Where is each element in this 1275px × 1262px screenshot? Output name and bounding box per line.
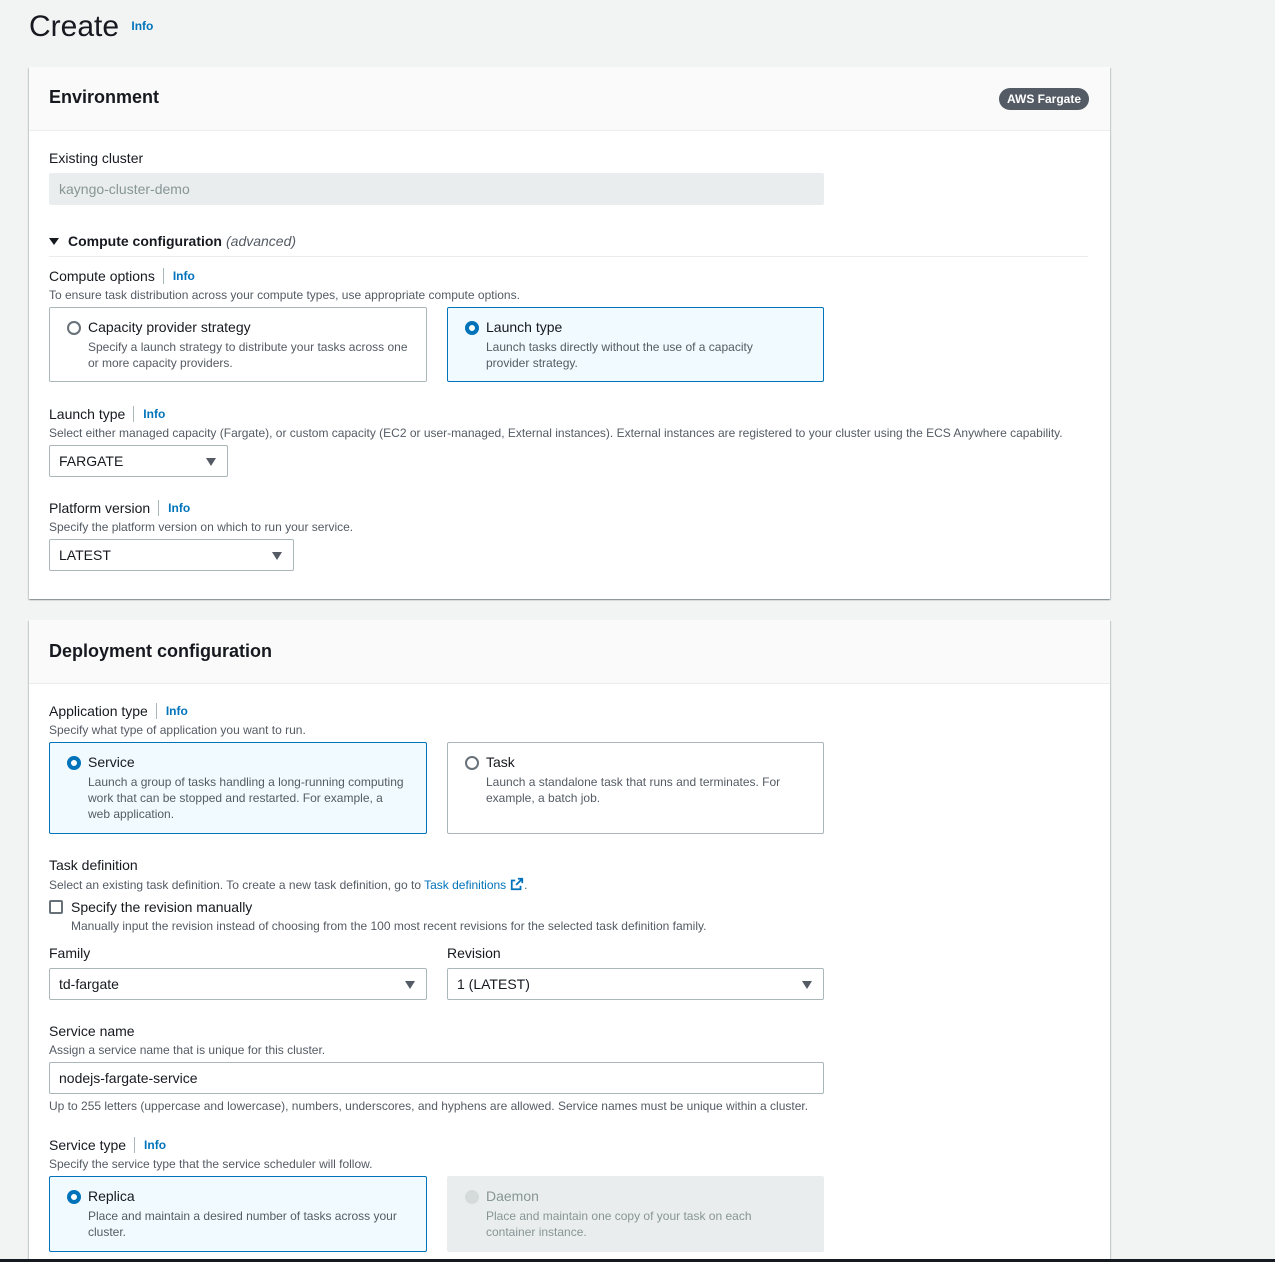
tile-description: Place and maintain one copy of your task…	[486, 1209, 752, 1239]
revision-select[interactable]: 1 (LATEST)	[447, 968, 824, 1000]
tile-title: Replica	[88, 1188, 135, 1204]
caret-down-icon	[49, 237, 59, 245]
service-type-description: Specify the service type that the servic…	[49, 1157, 373, 1171]
service-name-input[interactable]: nodejs-fargate-service	[49, 1062, 824, 1094]
external-link-icon	[511, 877, 524, 891]
service-name-constraint: Up to 255 letters (uppercase and lowerca…	[49, 1099, 809, 1113]
task-definitions-link-text: Task definitions	[424, 878, 507, 892]
compute-options-label-row: Compute options Info	[49, 268, 195, 284]
page-title-text: Create	[29, 10, 120, 43]
tile-title: Service	[88, 754, 135, 770]
launch-type-info-link[interactable]: Info	[143, 407, 165, 421]
application-type-label: Application type	[49, 703, 148, 719]
family-value: td-fargate	[59, 976, 119, 992]
application-type-info-link[interactable]: Info	[166, 704, 188, 718]
platform-version-select[interactable]: LATEST	[49, 539, 294, 571]
revision-label: Revision	[447, 945, 501, 961]
task-definition-description: Select an existing task definition. To c…	[49, 877, 528, 892]
task-definitions-link[interactable]: Task definitions	[424, 877, 524, 892]
platform-version-label-row: Platform version Info	[49, 500, 190, 516]
separator	[155, 703, 157, 719]
caret-down-icon	[802, 981, 812, 989]
separator	[162, 268, 164, 284]
tile-title: Task	[486, 754, 515, 770]
service-type-label: Service type	[49, 1137, 127, 1153]
page-title: Create Info	[29, 10, 153, 44]
separator	[158, 500, 160, 516]
separator	[134, 1137, 136, 1153]
environment-panel: Environment AWS Fargate Existing cluster…	[29, 67, 1110, 599]
existing-cluster-field: kayngo-cluster-demo	[49, 173, 824, 205]
environment-header: Environment AWS Fargate	[29, 67, 1110, 131]
revision-value: 1 (LATEST)	[457, 976, 530, 992]
application-type-description: Specify what type of application you wan…	[49, 723, 306, 737]
compute-options-description: To ensure task distribution across your …	[49, 288, 520, 302]
compute-configuration-suffix: (advanced)	[226, 233, 297, 249]
platform-version-value: LATEST	[59, 547, 111, 563]
radio-unselected[interactable]	[465, 756, 479, 770]
tile-description: Launch tasks directly without the use of…	[486, 340, 753, 370]
tile-capacity-provider-strategy[interactable]: Capacity provider strategy Specify a lau…	[49, 307, 427, 382]
radio-disabled	[465, 1190, 479, 1204]
tile-description: Specify a launch strategy to distribute …	[88, 340, 408, 370]
caret-down-icon	[272, 552, 282, 560]
tile-description: Place and maintain a desired number of t…	[88, 1209, 397, 1239]
task-definition-description-suffix: .	[524, 878, 528, 892]
family-label: Family	[49, 945, 91, 961]
service-type-info-link[interactable]: Info	[144, 1138, 166, 1152]
task-definition-label: Task definition	[49, 857, 138, 873]
service-name-description: Assign a service name that is unique for…	[49, 1043, 326, 1057]
tile-title: Capacity provider strategy	[88, 319, 251, 335]
launch-type-description: Select either managed capacity (Fargate)…	[49, 426, 1063, 440]
launch-type-value: FARGATE	[59, 453, 124, 469]
caret-down-icon	[206, 458, 216, 466]
tile-description: Launch a group of tasks handling a long-…	[88, 775, 404, 821]
platform-version-label: Platform version	[49, 500, 151, 516]
aws-fargate-badge: AWS Fargate	[998, 88, 1089, 110]
platform-version-info-link[interactable]: Info	[168, 501, 190, 515]
separator	[133, 406, 135, 422]
tile-service[interactable]: Service Launch a group of tasks handling…	[49, 742, 427, 834]
page-info-link[interactable]: Info	[131, 19, 153, 33]
specify-revision-label[interactable]: Specify the revision manually	[71, 899, 252, 915]
tile-description: Launch a standalone task that runs and t…	[486, 775, 781, 805]
launch-type-label: Launch type	[49, 406, 126, 422]
deployment-header: Deployment configuration	[29, 620, 1110, 684]
divider	[49, 256, 1088, 257]
tile-title: Launch type	[486, 319, 563, 335]
application-type-label-row: Application type Info	[49, 703, 188, 719]
tile-title: Daemon	[486, 1188, 539, 1204]
specify-revision-checkbox[interactable]	[49, 900, 63, 914]
deployment-title: Deployment configuration	[49, 641, 273, 661]
existing-cluster-label: Existing cluster	[49, 150, 144, 166]
platform-version-description: Specify the platform version on which to…	[49, 520, 354, 534]
environment-title: Environment	[49, 87, 160, 107]
compute-configuration-expander[interactable]: Compute configuration (advanced)	[49, 233, 296, 249]
specify-revision-description: Manually input the revision instead of c…	[71, 919, 707, 933]
radio-unselected[interactable]	[67, 321, 81, 335]
tile-daemon: Daemon Place and maintain one copy of yo…	[447, 1176, 824, 1252]
task-definition-description-text: Select an existing task definition. To c…	[49, 878, 421, 892]
service-type-label-row: Service type Info	[49, 1137, 166, 1153]
launch-type-select[interactable]: FARGATE	[49, 445, 228, 477]
caret-down-icon	[405, 981, 415, 989]
radio-selected[interactable]	[465, 321, 479, 335]
tile-task[interactable]: Task Launch a standalone task that runs …	[447, 742, 824, 834]
radio-selected[interactable]	[67, 1190, 81, 1204]
family-select[interactable]: td-fargate	[49, 968, 427, 1000]
launch-type-label-row: Launch type Info	[49, 406, 165, 422]
tile-replica[interactable]: Replica Place and maintain a desired num…	[49, 1176, 427, 1252]
service-name-label: Service name	[49, 1023, 135, 1039]
compute-options-info-link[interactable]: Info	[173, 269, 195, 283]
radio-selected[interactable]	[67, 756, 81, 770]
compute-options-label: Compute options	[49, 268, 155, 284]
deployment-panel: Deployment configuration Application typ…	[29, 620, 1110, 1262]
tile-launch-type[interactable]: Launch type Launch tasks directly withou…	[447, 307, 824, 382]
compute-configuration-label: Compute configuration	[68, 233, 222, 249]
